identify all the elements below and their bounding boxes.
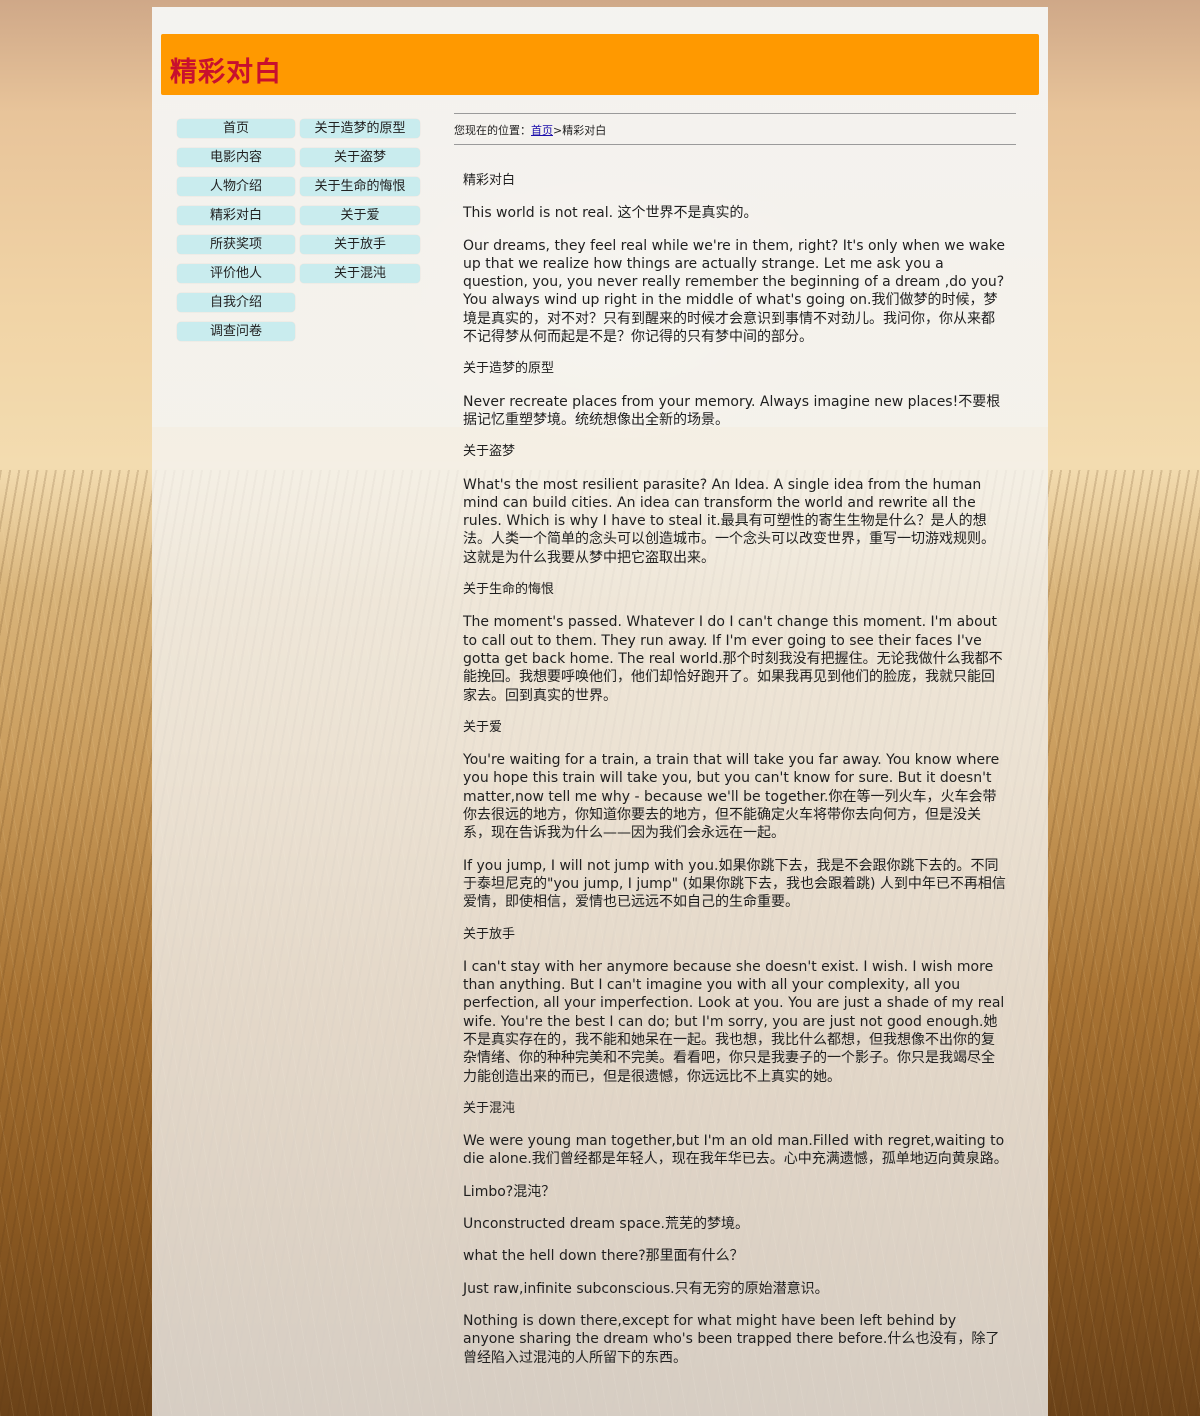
nav-characters[interactable]: 人物介绍: [177, 177, 295, 196]
section-heading: 关于爱: [463, 719, 503, 735]
dialogue-paragraph: If you jump, I will not jump with you.如果…: [463, 857, 1006, 911]
header-banner: 精彩对白: [161, 34, 1039, 95]
article-content: 精彩对白 This world is not real. 这个世界不是真实的。 Ou…: [463, 172, 1008, 1381]
section-heading: 关于造梦的原型: [463, 361, 555, 377]
nav-dialogues[interactable]: 精彩对白: [177, 206, 295, 225]
section-heading: 精彩对白: [463, 173, 516, 188]
section-heading: 关于放手: [463, 926, 516, 942]
breadcrumb-bar: 您现在的位置：首页>精彩对白: [454, 113, 1016, 145]
nav-dream-prototype[interactable]: 关于造梦的原型: [300, 119, 420, 138]
breadcrumb-home-link[interactable]: 首页: [531, 124, 553, 137]
section-heading: 关于盗梦: [463, 444, 516, 460]
nav-awards[interactable]: 所获奖项: [177, 235, 295, 254]
dialogue-paragraph: what the hell down there?那里面有什么？: [463, 1248, 744, 1265]
section-heading: 关于混沌: [463, 1100, 516, 1116]
nav-dream-theft[interactable]: 关于盗梦: [300, 148, 420, 167]
dialogue-paragraph: This world is not real. 这个世界不是真实的。: [463, 205, 758, 222]
site-title: 精彩对白: [170, 57, 282, 88]
dialogue-paragraph: We were young man together,but I'm an ol…: [463, 1133, 1008, 1168]
nav-column-main: 首页电影内容人物介绍精彩对白所获奖项评价他人自我介绍调查问卷: [177, 119, 295, 351]
page-container: 精彩对白 首页 电影内容 人物介绍 精彩对白 所获奖项 评价他人 自我介绍 调查问卷 关于造梦…: [152, 7, 1048, 1416]
dialogue-paragraph: Never recreate places from your memory. …: [463, 393, 1001, 428]
nav-limbo[interactable]: 关于混沌: [300, 264, 420, 283]
breadcrumb-separator: >: [553, 124, 563, 137]
nav-home[interactable]: 首页: [177, 119, 295, 138]
nav-love[interactable]: 关于爱: [300, 206, 420, 225]
dialogue-paragraph: You're waiting for a train, a train that…: [463, 752, 1000, 842]
dialogue-paragraph: Our dreams, they feel real while we're i…: [463, 237, 1006, 346]
dialogue-paragraph: Nothing is down there,except for what mi…: [463, 1312, 1000, 1366]
breadcrumb-prefix: 您现在的位置：: [454, 124, 531, 137]
nav-letting-go[interactable]: 关于放手: [300, 235, 420, 254]
dialogue-paragraph: Unconstructed dream space.荒芜的梦境。: [463, 1216, 749, 1233]
nav-self-intro[interactable]: 自我介绍: [177, 293, 295, 312]
dialogue-paragraph: Limbo?混沌？: [463, 1183, 556, 1200]
breadcrumb: 您现在的位置：首页>精彩对白: [454, 122, 606, 138]
nav-reviews[interactable]: 评价他人: [177, 264, 295, 283]
dialogue-paragraph: I can't stay with her anymore because sh…: [463, 958, 1005, 1085]
dialogue-paragraph: The moment's passed. Whatever I do I can…: [463, 614, 1003, 704]
section-heading: 关于生命的悔恨: [463, 582, 555, 598]
dialogue-paragraph: Just raw,infinite subconscious.只有无穷的原始潜意…: [463, 1280, 829, 1297]
nav-life-regret[interactable]: 关于生命的悔恨: [300, 177, 420, 196]
nav-movie-content[interactable]: 电影内容: [177, 148, 295, 167]
nav-column-topics: 关于造梦的原型 关于盗梦关于生命的悔恨 关于爱关于放手关于混沌: [300, 119, 420, 293]
dialogue-paragraph: What's the most resilient parasite? An I…: [463, 476, 995, 566]
breadcrumb-current: 精彩对白: [562, 124, 607, 137]
nav-survey[interactable]: 调查问卷: [177, 322, 295, 341]
